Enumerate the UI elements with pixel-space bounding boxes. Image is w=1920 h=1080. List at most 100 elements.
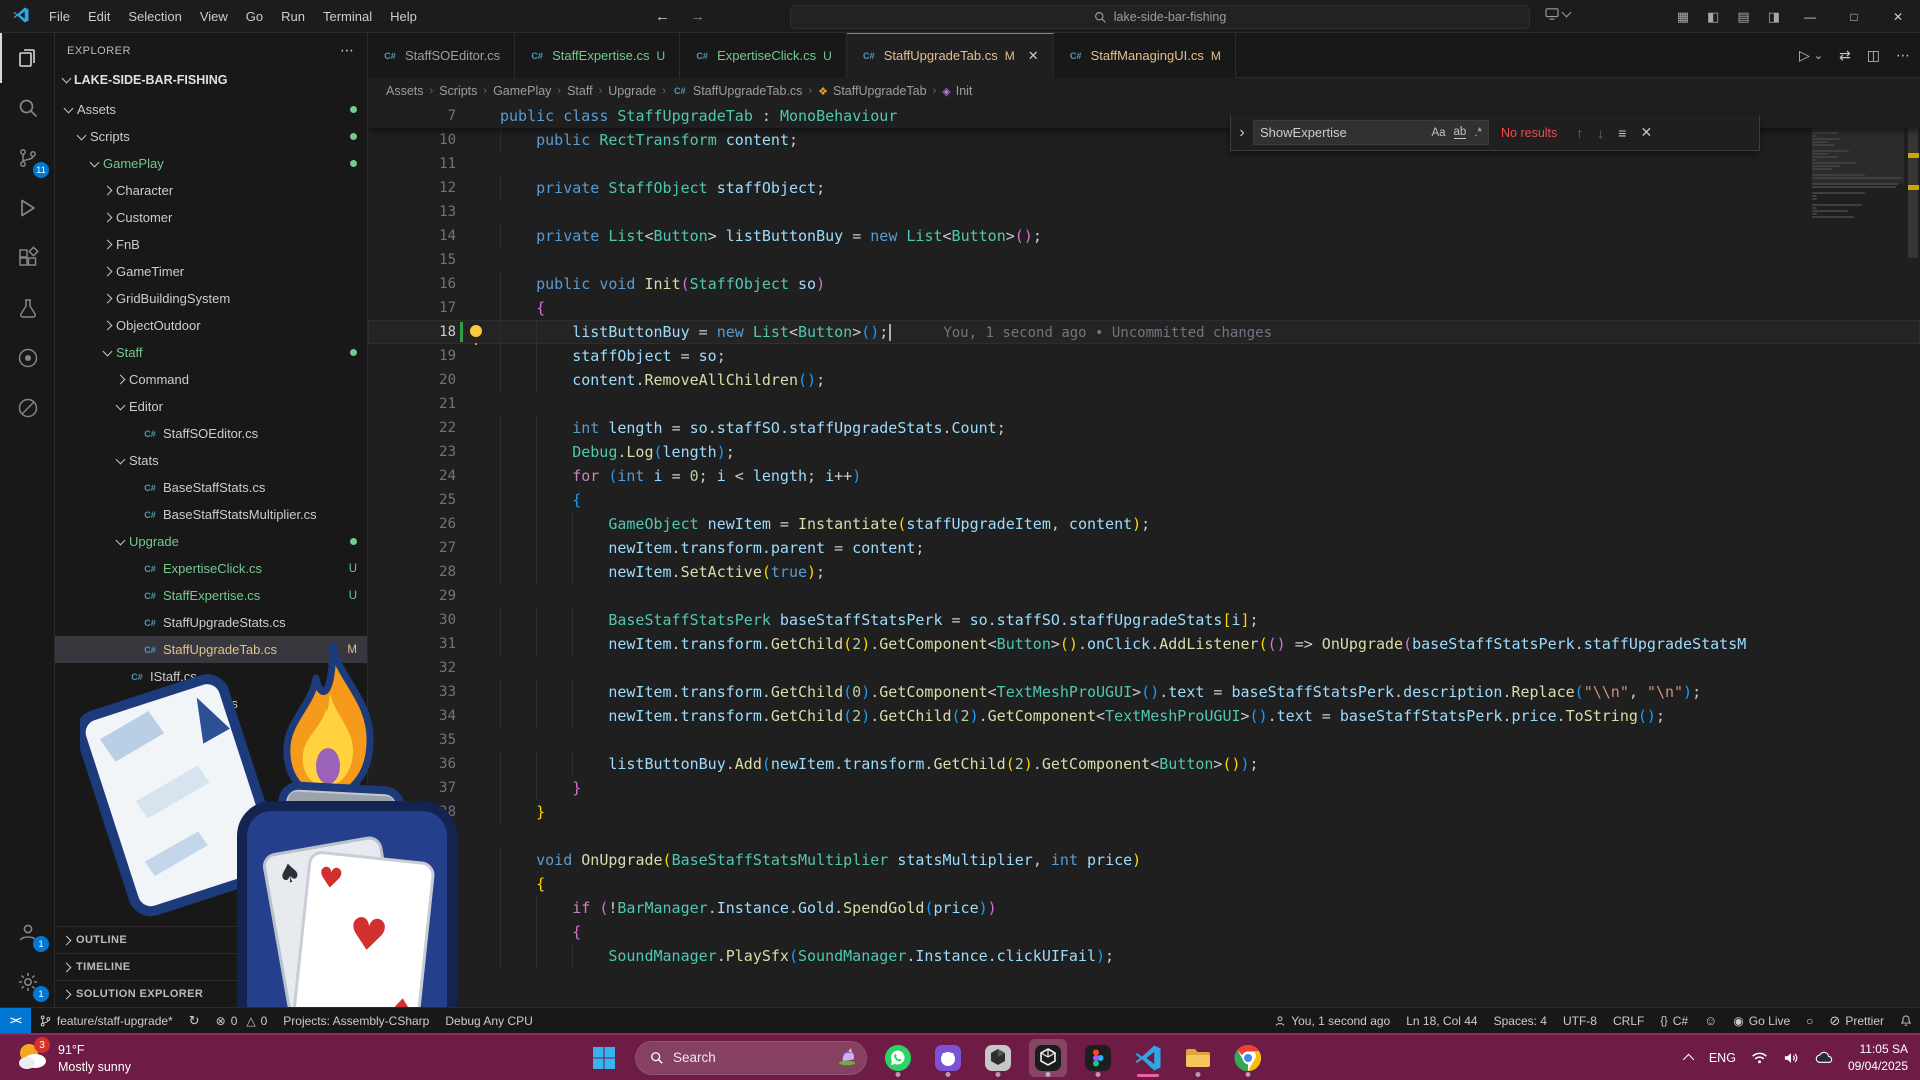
tree-item-command[interactable]: Command xyxy=(55,366,367,393)
tab-close-icon[interactable]: ✕ xyxy=(1028,48,1039,64)
wifi-icon[interactable] xyxy=(1751,1051,1768,1064)
status-debug-target[interactable]: Debug Any CPU xyxy=(437,1008,540,1033)
battery-cloud-icon[interactable] xyxy=(1814,1051,1833,1065)
status-indentation[interactable]: Spaces: 4 xyxy=(1486,1008,1555,1033)
code-line[interactable]: 30 BaseStaffStatsPerk baseStaffStatsPerk… xyxy=(368,608,1920,632)
tab-staffupgradetab.cs[interactable]: C#StaffUpgradeTab.csM✕ xyxy=(847,33,1054,78)
activity-source-control-icon[interactable]: 11 xyxy=(0,133,55,183)
menu-terminal[interactable]: Terminal xyxy=(314,0,381,33)
code-line[interactable]: 44 SoundManager.PlaySfx(SoundManager.Ins… xyxy=(368,944,1920,968)
tree-item-stats[interactable]: Stats xyxy=(55,447,367,474)
status-notifications[interactable] xyxy=(1892,1008,1920,1033)
taskbar-search[interactable]: Search xyxy=(635,1041,867,1075)
breadcrumb-item[interactable]: Staff xyxy=(567,84,592,98)
code-line[interactable]: 19 staffObject = so; xyxy=(368,344,1920,368)
tree-item-character[interactable]: Character xyxy=(55,177,367,204)
minimize-button[interactable]: — xyxy=(1788,0,1832,33)
language-indicator[interactable]: ENG xyxy=(1709,1051,1736,1065)
breadcrumb-item[interactable]: C#StaffUpgradeTab.cs xyxy=(672,84,803,98)
status-encoding[interactable]: UTF-8 xyxy=(1555,1008,1605,1033)
status-problems[interactable]: ⊗0△0 xyxy=(208,1008,276,1033)
tree-item-assets[interactable]: Assets xyxy=(55,96,367,123)
activity-accounts-icon[interactable]: 1 xyxy=(0,907,55,957)
tree-item-staffexpertise.cs[interactable]: C#StaffExpertise.csU xyxy=(55,582,367,609)
activity-settings-icon[interactable]: 1 xyxy=(0,957,55,1007)
code-line[interactable]: 28 newItem.SetActive(true); xyxy=(368,560,1920,584)
menu-go[interactable]: Go xyxy=(237,0,272,33)
code-line[interactable]: 14 private List<Button> listButtonBuy = … xyxy=(368,224,1920,248)
find-close-icon[interactable]: ✕ xyxy=(1640,124,1652,141)
tree-item-expertiseclick.cs[interactable]: C#ExpertiseClick.csU xyxy=(55,555,367,582)
toggle-secondary-sidebar-icon[interactable]: ◨ xyxy=(1768,9,1780,25)
tree-item-basestaffstats.cs[interactable]: C#BaseStaffStats.cs xyxy=(55,474,367,501)
taskbar-app-chrome[interactable] xyxy=(1229,1039,1267,1077)
status-cursor-position[interactable]: Ln 18, Col 44 xyxy=(1398,1008,1485,1033)
close-button[interactable]: ✕ xyxy=(1876,0,1920,33)
more-actions-icon[interactable]: ⋯ xyxy=(1896,47,1910,64)
clock[interactable]: 11:05 SA 09/04/2025 xyxy=(1848,1041,1908,1073)
code-line[interactable]: 15 xyxy=(368,248,1920,272)
code-line[interactable]: 18 listButtonBuy = new List<Button>();Yo… xyxy=(368,320,1920,344)
taskbar-app-whatsapp[interactable] xyxy=(879,1039,917,1077)
status-eol[interactable]: CRLF xyxy=(1605,1008,1652,1033)
code-line[interactable]: 41 { xyxy=(368,872,1920,896)
activity-extension-circle-b-icon[interactable] xyxy=(0,333,55,383)
taskbar-app-unity-editor[interactable] xyxy=(1029,1039,1067,1077)
code-line[interactable]: 39 xyxy=(368,824,1920,848)
code-line[interactable]: 33 newItem.transform.GetChild(0).GetComp… xyxy=(368,680,1920,704)
code-line[interactable]: 20 content.RemoveAllChildren(); xyxy=(368,368,1920,392)
maximize-button[interactable]: □ xyxy=(1832,0,1876,33)
code-line[interactable]: 32 xyxy=(368,656,1920,680)
taskbar-app-windows-start[interactable] xyxy=(585,1039,623,1077)
code-line[interactable]: 13 xyxy=(368,200,1920,224)
tree-item-editor[interactable]: Editor xyxy=(55,393,367,420)
find-previous-icon[interactable]: ↑ xyxy=(1576,125,1583,141)
tree-item-gameplay[interactable]: GamePlay xyxy=(55,150,367,177)
code-line[interactable]: 11 xyxy=(368,152,1920,176)
tab-staffsoeditor.cs[interactable]: C#StaffSOEditor.cs xyxy=(368,33,515,78)
breadcrumb-item[interactable]: Scripts xyxy=(439,84,477,98)
code-line[interactable]: 34 newItem.transform.GetChild(2).GetChil… xyxy=(368,704,1920,728)
breadcrumb-item[interactable]: Assets xyxy=(386,84,424,98)
tree-item-basestaffstatsmultiplier.cs[interactable]: C#BaseStaffStatsMultiplier.cs xyxy=(55,501,367,528)
code-line[interactable]: 26 GameObject newItem = Instantiate(staf… xyxy=(368,512,1920,536)
tree-item-upgrade[interactable]: Upgrade xyxy=(55,528,367,555)
status-go-live[interactable]: ◉Go Live xyxy=(1725,1008,1798,1033)
code-line[interactable]: 24 for (int i = 0; i < length; i++) xyxy=(368,464,1920,488)
run-button[interactable]: ▷ xyxy=(1799,47,1810,64)
vertical-scrollbar[interactable] xyxy=(1906,104,1920,1007)
find-toggle-replace-icon[interactable]: › xyxy=(1231,115,1253,150)
code-line[interactable]: 31 newItem.transform.GetChild(2).GetComp… xyxy=(368,632,1920,656)
breadcrumb-item[interactable]: GamePlay xyxy=(493,84,551,98)
taskbar-app-file-explorer[interactable] xyxy=(1179,1039,1217,1077)
toggle-panel-icon[interactable]: ▤ xyxy=(1737,9,1749,25)
code-line[interactable]: 27 newItem.transform.parent = content; xyxy=(368,536,1920,560)
status-projects[interactable]: Projects: Assembly-CSharp xyxy=(275,1008,437,1033)
code-editor[interactable]: 9 public GameObject staffUpgradeItem;10 … xyxy=(368,104,1920,1007)
activity-extension-circle-slash-icon[interactable] xyxy=(0,383,55,433)
menu-file[interactable]: File xyxy=(40,0,79,33)
code-line[interactable]: 43 { xyxy=(368,920,1920,944)
taskbar-app-github-desktop[interactable] xyxy=(929,1039,967,1077)
code-line[interactable]: 22 int length = so.staffSO.staffUpgradeS… xyxy=(368,416,1920,440)
profile-dropdown[interactable] xyxy=(1545,8,1570,20)
breadcrumb[interactable]: Assets›Scripts›GamePlay›Staff›Upgrade›C#… xyxy=(368,78,1920,104)
toggle-primary-sidebar-icon[interactable]: ◧ xyxy=(1707,9,1719,25)
tree-item-scripts[interactable]: Scripts xyxy=(55,123,367,150)
tab-staffexpertise.cs[interactable]: C#StaffExpertise.csU xyxy=(515,33,680,78)
code-line[interactable]: 16 public void Init(StaffObject so) xyxy=(368,272,1920,296)
taskbar-app-figma[interactable] xyxy=(1079,1039,1117,1077)
menu-run[interactable]: Run xyxy=(272,0,314,33)
status-git-branch[interactable]: feature/staff-upgrade* xyxy=(31,1008,181,1033)
tree-item-staffupgradestats.cs[interactable]: C#StaffUpgradeStats.cs xyxy=(55,609,367,636)
code-line[interactable]: 38 } xyxy=(368,800,1920,824)
code-line[interactable]: 23 Debug.Log(length); xyxy=(368,440,1920,464)
tree-item-gametimer[interactable]: GameTimer xyxy=(55,258,367,285)
weather-widget[interactable]: 3 91°F Mostly sunny xyxy=(14,1039,131,1078)
code-line[interactable]: 42 if (!BarManager.Instance.Gold.SpendGo… xyxy=(368,896,1920,920)
breadcrumb-item[interactable]: ❖StaffUpgradeTab xyxy=(818,84,926,98)
menu-view[interactable]: View xyxy=(191,0,237,33)
taskbar-app-unity-hub[interactable] xyxy=(979,1039,1017,1077)
activity-extensions-icon[interactable] xyxy=(0,233,55,283)
tree-item-gridbuildingsystem[interactable]: GridBuildingSystem xyxy=(55,285,367,312)
